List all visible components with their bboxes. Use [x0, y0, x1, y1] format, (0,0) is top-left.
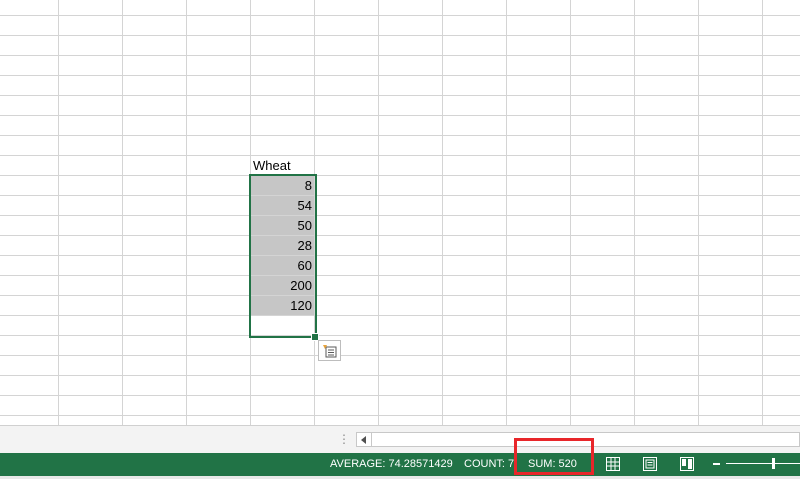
- quick-analysis-button[interactable]: [318, 340, 341, 361]
- status-sum: SUM: 520: [528, 458, 577, 470]
- page-break-preview-icon: [680, 457, 694, 471]
- worksheet-grid[interactable]: Wheat 8 54 50 28 60 200 120: [0, 0, 800, 425]
- data-cell[interactable]: 120: [251, 296, 314, 315]
- page-break-preview-button[interactable]: [678, 456, 696, 472]
- scroll-left-button[interactable]: [357, 433, 372, 446]
- page-layout-button[interactable]: [641, 456, 659, 472]
- zoom-out-button[interactable]: [713, 463, 720, 465]
- status-count: COUNT: 7: [464, 458, 515, 470]
- quick-analysis-icon: [323, 345, 337, 358]
- data-cell[interactable]: 54: [251, 196, 314, 215]
- normal-view-icon: [606, 457, 620, 471]
- tab-split-handle[interactable]: ⋮: [338, 432, 350, 446]
- horizontal-scrollbar[interactable]: [356, 432, 800, 447]
- data-cell[interactable]: 8: [251, 176, 314, 195]
- page-layout-icon: [643, 457, 657, 471]
- sheet-tab-bar: ⋮: [0, 425, 800, 453]
- zoom-slider-track[interactable]: [726, 463, 800, 464]
- data-cell[interactable]: 28: [251, 236, 314, 255]
- status-bar: AVERAGE: 74.28571429 COUNT: 7 SUM: 520: [0, 453, 800, 476]
- data-cell[interactable]: 60: [251, 256, 314, 275]
- data-cell[interactable]: 200: [251, 276, 314, 295]
- zoom-slider-thumb[interactable]: [772, 458, 775, 469]
- data-cell[interactable]: 50: [251, 216, 314, 235]
- status-average: AVERAGE: 74.28571429: [330, 458, 453, 470]
- normal-view-button[interactable]: [604, 456, 622, 472]
- column-header-cell[interactable]: Wheat: [251, 156, 314, 175]
